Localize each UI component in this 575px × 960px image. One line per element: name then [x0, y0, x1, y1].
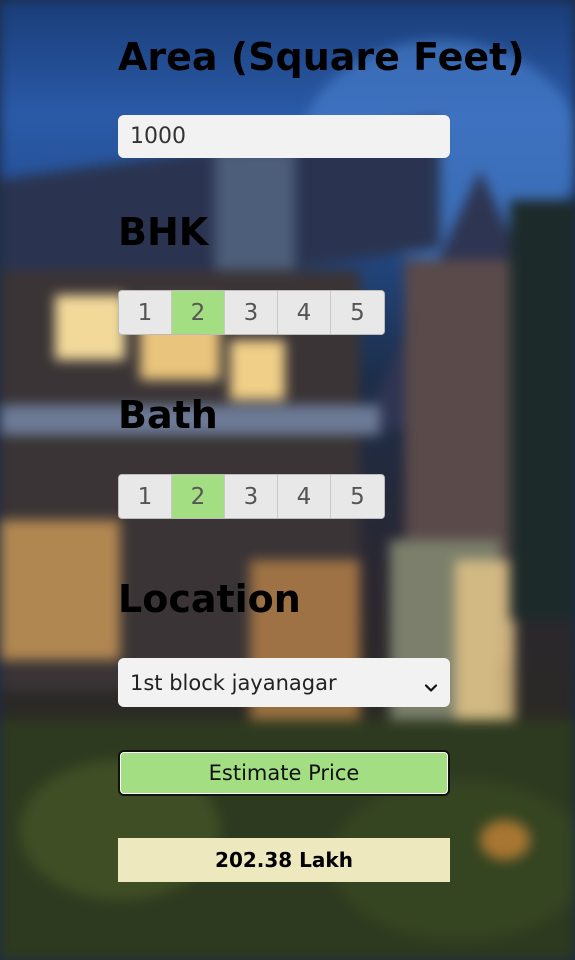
bath-option-3[interactable]: 3 — [225, 475, 278, 518]
bath-option-1[interactable]: 1 — [119, 475, 172, 518]
estimate-price-button[interactable]: Estimate Price — [118, 750, 450, 796]
bhk-option-4[interactable]: 4 — [278, 291, 331, 334]
bhk-option-5[interactable]: 5 — [331, 291, 384, 334]
bhk-option-1[interactable]: 1 — [119, 291, 172, 334]
bhk-option-3[interactable]: 3 — [225, 291, 278, 334]
area-input[interactable] — [118, 115, 450, 158]
bath-heading: Bath — [118, 393, 218, 437]
bath-option-5[interactable]: 5 — [331, 475, 384, 518]
bath-option-2[interactable]: 2 — [172, 475, 225, 518]
area-heading: Area (Square Feet) — [118, 35, 525, 79]
bhk-selector: 12345 — [118, 290, 385, 335]
bath-option-4[interactable]: 4 — [278, 475, 331, 518]
location-heading: Location — [118, 577, 301, 621]
bath-selector: 12345 — [118, 474, 385, 519]
bhk-heading: BHK — [118, 210, 209, 254]
estimated-price-result: 202.38 Lakh — [118, 838, 450, 882]
location-select[interactable]: 1st block jayanagar — [118, 658, 450, 707]
location-select-value: 1st block jayanagar — [130, 670, 337, 695]
bhk-option-2[interactable]: 2 — [172, 291, 225, 334]
chevron-down-icon — [424, 676, 438, 692]
